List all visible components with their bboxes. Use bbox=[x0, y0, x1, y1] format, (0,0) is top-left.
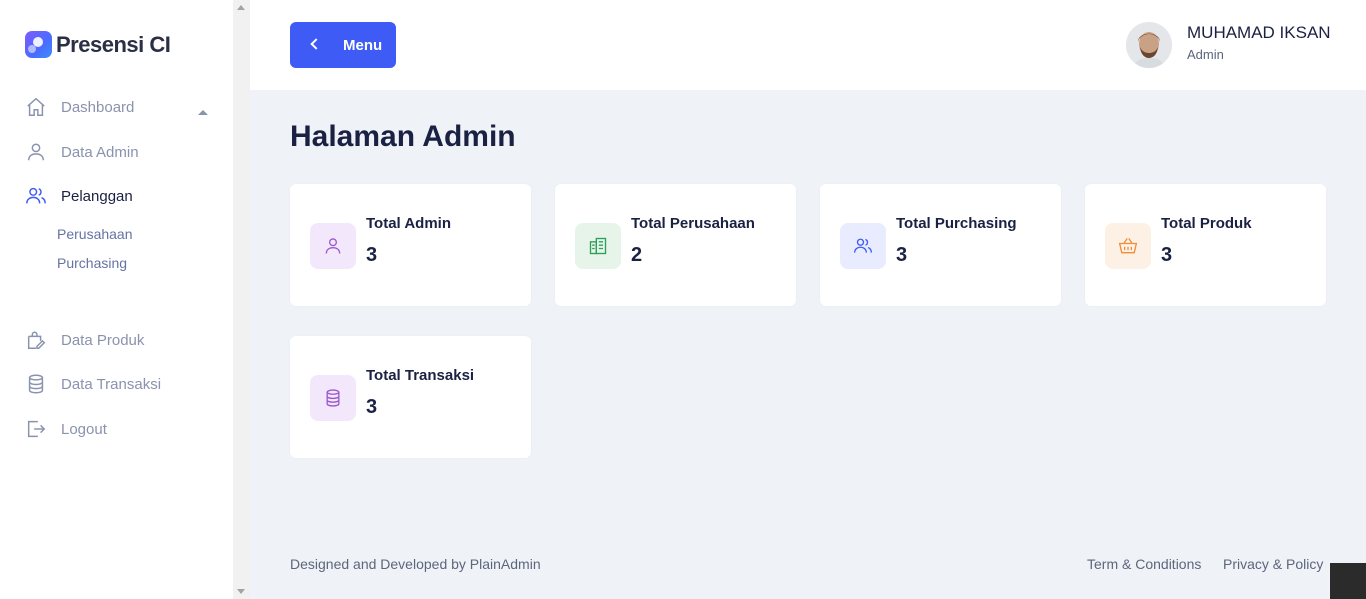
footer-link-privacy[interactable]: Privacy & Policy bbox=[1223, 556, 1323, 572]
sidebar-item-dashboard[interactable]: Dashboard bbox=[25, 95, 134, 119]
sidebar-item-label: Data Admin bbox=[61, 143, 139, 161]
stat-card-total-produk: Total Produk 3 bbox=[1085, 184, 1326, 306]
sidebar-item-label: Logout bbox=[61, 420, 107, 438]
chevron-up-icon[interactable] bbox=[198, 110, 208, 115]
sidebar-item-label: Pelanggan bbox=[61, 187, 133, 205]
stat-card-total-transaksi: Total Transaksi 3 bbox=[290, 336, 531, 458]
stat-card-total-admin: Total Admin 3 bbox=[290, 184, 531, 306]
stat-card-title: Total Perusahaan bbox=[631, 215, 755, 232]
page-title: Halaman Admin bbox=[290, 120, 516, 153]
database-icon bbox=[310, 375, 356, 421]
avatar[interactable] bbox=[1126, 22, 1172, 68]
user-role: Admin bbox=[1187, 47, 1224, 62]
sidebar-item-label: Data Produk bbox=[61, 331, 145, 349]
sidebar: Presensi CI Dashboard Data Admin Pelangg… bbox=[0, 0, 233, 599]
stat-card-title: Total Purchasing bbox=[896, 215, 1017, 232]
stat-card-title: Total Produk bbox=[1161, 215, 1252, 232]
brand-name: Presensi CI bbox=[56, 31, 171, 57]
menu-button-label: Menu bbox=[343, 37, 383, 54]
sidebar-scrollbar[interactable] bbox=[233, 0, 250, 599]
user-icon bbox=[310, 223, 356, 269]
users-icon bbox=[25, 185, 47, 207]
footer-credit: Designed and Developed by PlainAdmin bbox=[290, 556, 541, 572]
sidebar-item-logout[interactable]: Logout bbox=[25, 417, 107, 441]
corner-widget bbox=[1330, 563, 1366, 599]
shopping-bag-icon bbox=[25, 329, 47, 351]
stat-card-value: 3 bbox=[366, 244, 378, 266]
sidebar-item-label: Dashboard bbox=[61, 98, 135, 116]
stat-card-value: 2 bbox=[631, 244, 643, 266]
logout-icon bbox=[25, 418, 47, 440]
sidebar-item-data-transaksi[interactable]: Data Transaksi bbox=[25, 372, 161, 396]
basket-icon bbox=[1105, 223, 1151, 269]
scroll-down-arrow-icon[interactable] bbox=[237, 589, 245, 594]
footer-link-terms[interactable]: Term & Conditions bbox=[1087, 556, 1201, 572]
brand-logo[interactable]: Presensi CI bbox=[25, 31, 171, 58]
sidebar-subitem-perusahaan[interactable]: Perusahaan bbox=[57, 226, 133, 242]
logo-icon bbox=[25, 31, 52, 58]
sidebar-item-data-produk[interactable]: Data Produk bbox=[25, 328, 144, 352]
stat-card-total-purchasing: Total Purchasing 3 bbox=[820, 184, 1061, 306]
stat-card-title: Total Transaksi bbox=[366, 367, 475, 384]
stat-card-title: Total Admin bbox=[366, 215, 451, 232]
user-name: MUHAMAD IKSAN bbox=[1187, 23, 1331, 42]
sidebar-item-label: Data Transaksi bbox=[61, 375, 162, 393]
top-header: Menu MUHAMAD IKSAN Admin bbox=[250, 0, 1366, 90]
sidebar-item-data-admin[interactable]: Data Admin bbox=[25, 140, 139, 164]
sidebar-subitem-purchasing[interactable]: Purchasing bbox=[57, 255, 127, 271]
building-icon bbox=[575, 223, 621, 269]
stat-card-value: 3 bbox=[896, 244, 908, 266]
user-icon bbox=[25, 141, 47, 163]
database-icon bbox=[25, 373, 47, 395]
stat-card-value: 3 bbox=[366, 396, 378, 418]
users-icon bbox=[840, 223, 886, 269]
sidebar-item-pelanggan[interactable]: Pelanggan bbox=[25, 184, 133, 208]
scroll-up-arrow-icon[interactable] bbox=[237, 5, 245, 10]
chevron-left-icon bbox=[310, 38, 322, 50]
home-icon bbox=[25, 96, 47, 118]
stat-card-value: 3 bbox=[1161, 244, 1173, 266]
menu-toggle-button[interactable]: Menu bbox=[290, 22, 396, 68]
stat-card-total-perusahaan: Total Perusahaan 2 bbox=[555, 184, 796, 306]
